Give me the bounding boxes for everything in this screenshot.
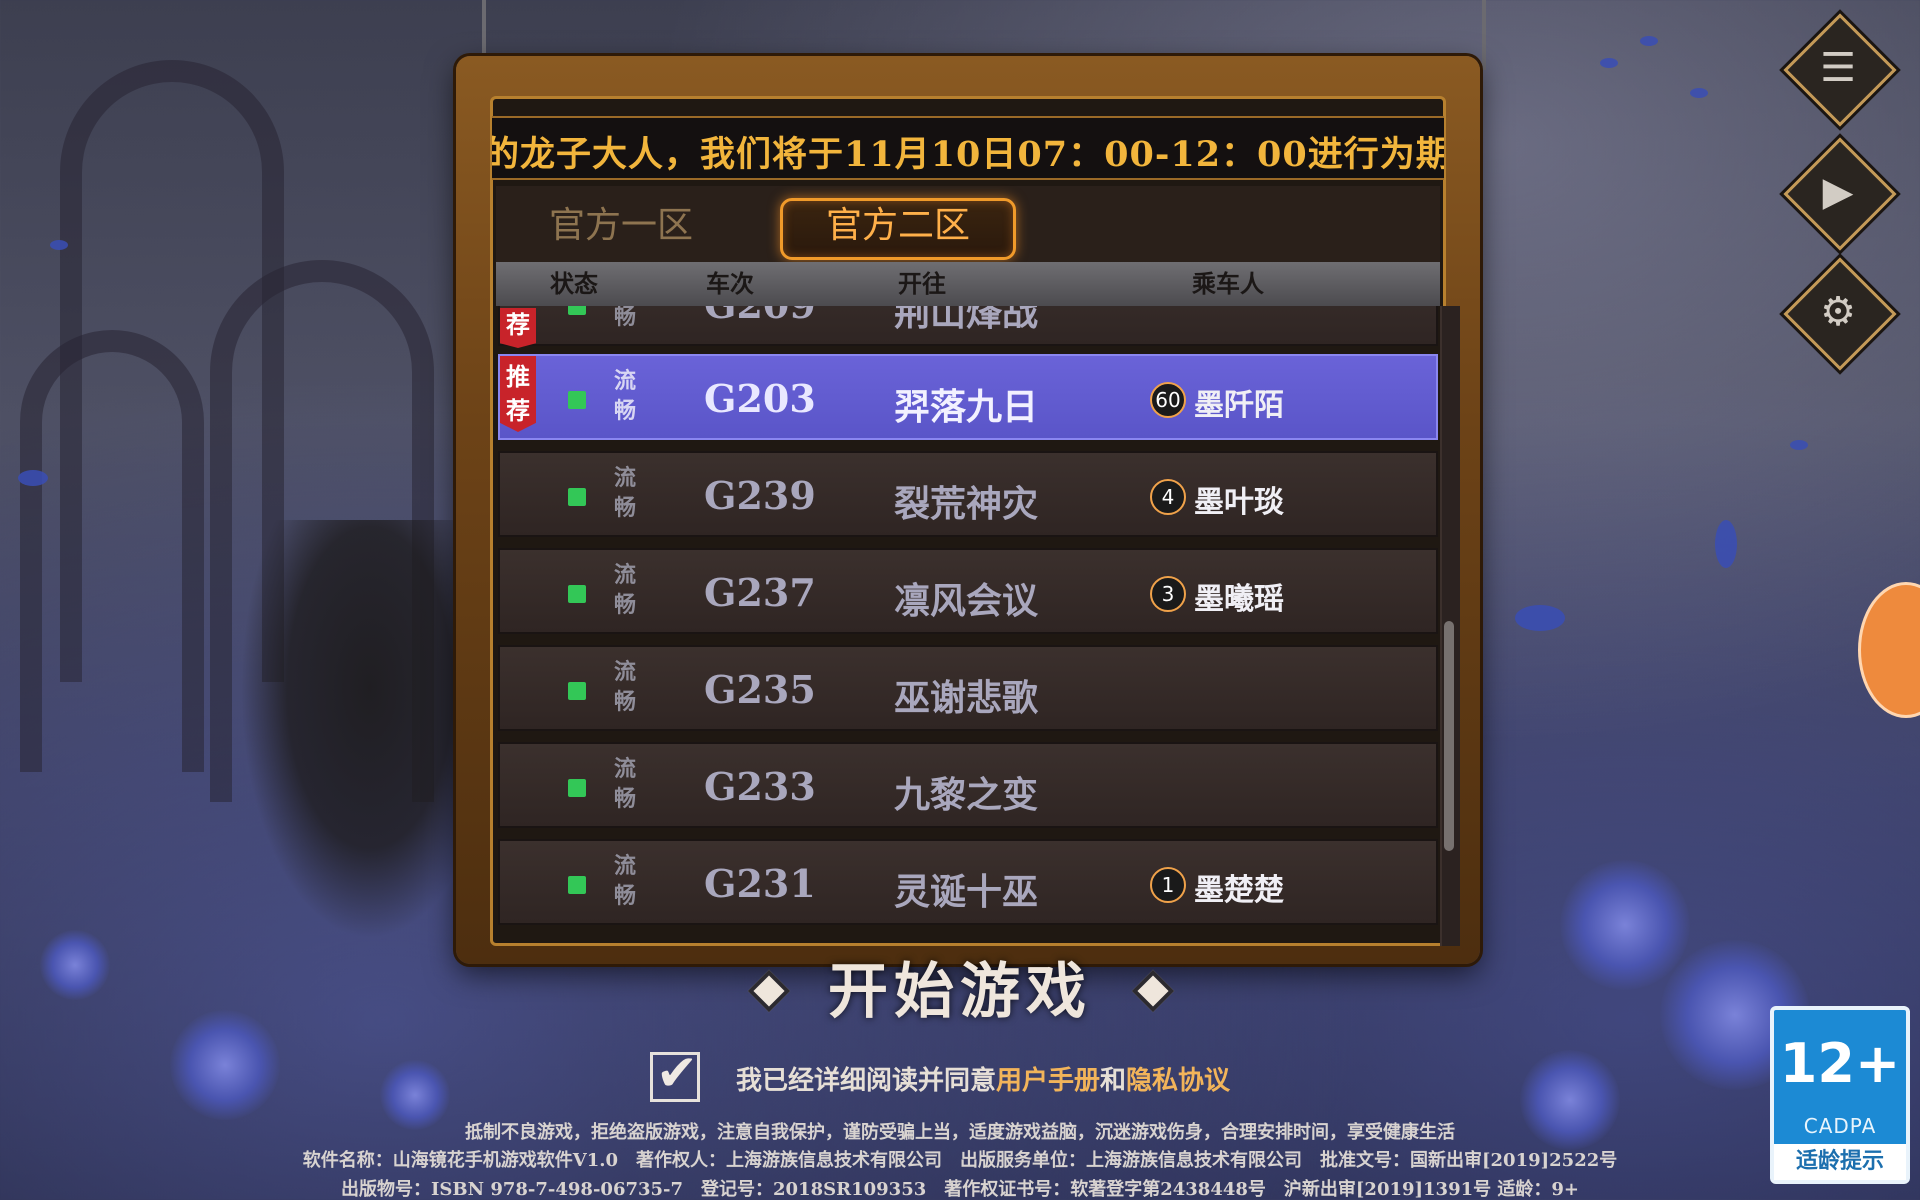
- start-game-button[interactable]: 开始游戏: [760, 952, 1160, 1032]
- status-indicator: [568, 306, 586, 315]
- background-arch: [20, 330, 204, 772]
- background-petal: [1600, 58, 1618, 68]
- destination: 裂荒神灾: [894, 483, 1039, 525]
- status-text: 流畅: [614, 306, 637, 330]
- status-text: 流畅: [614, 562, 637, 618]
- status-text: 流畅: [614, 659, 637, 715]
- recommend-ribbon: 荐: [500, 308, 536, 348]
- list-scrollbar-thumb[interactable]: [1444, 621, 1454, 851]
- publication-info: 出版物号：ISBN 978-7-498-06735-7 登记号：2018SR10…: [340, 1179, 1580, 1200]
- background-petal: [1790, 440, 1808, 450]
- background-petal: [1515, 605, 1565, 631]
- background-flower: [40, 930, 110, 1000]
- server-row[interactable]: 流畅 G235 巫谢悲歌: [498, 645, 1438, 731]
- train-number: G239: [704, 473, 816, 518]
- header-train: 车次: [706, 269, 754, 298]
- background-flower: [170, 1010, 280, 1120]
- tab-official-zone-1[interactable]: 官方一区: [536, 198, 706, 254]
- recommend-ribbon: 推荐: [500, 356, 536, 432]
- passenger-name: 墨楚楚: [1194, 873, 1284, 908]
- header-destination: 开往: [898, 269, 946, 298]
- passenger-name: 墨曦瑶: [1194, 582, 1284, 617]
- age-rating-badge: 12+ CADPA 适龄提示: [1770, 1006, 1910, 1184]
- destination: 凛风会议: [894, 580, 1039, 622]
- passenger-name: 墨阡陌: [1194, 388, 1284, 423]
- background-petal: [1640, 36, 1658, 46]
- level-badge: 60: [1150, 382, 1186, 418]
- status-indicator: [568, 682, 586, 700]
- notice-button[interactable]: [1783, 13, 1897, 127]
- age-rating-tip: 适龄提示: [1774, 1144, 1906, 1180]
- train-number: G235: [704, 667, 816, 712]
- privacy-policy-link[interactable]: 隐私协议: [1126, 1066, 1230, 1096]
- background-petal: [50, 240, 68, 250]
- server-list: 荐 流畅 G209 荆山烽战 推荐 流畅 G203 羿落九日 60 墨阡陌 流畅…: [496, 306, 1440, 946]
- background-flower: [1560, 860, 1690, 990]
- server-row[interactable]: 流畅 G239 裂荒神灾 4 墨叶琰: [498, 451, 1438, 537]
- level-badge: 1: [1150, 867, 1186, 903]
- destination: 灵诞十巫: [894, 871, 1039, 913]
- status-indicator: [568, 876, 586, 894]
- server-row[interactable]: 流畅 G233 九黎之变: [498, 742, 1438, 828]
- announcement-text: 的龙子大人，我们将于11月10日07：00-12：00进行为期5小时的: [492, 134, 1444, 175]
- server-row[interactable]: 流畅 G231 灵诞十巫 1 墨楚楚: [498, 839, 1438, 925]
- status-text: 流畅: [614, 756, 637, 812]
- video-button[interactable]: [1783, 137, 1897, 251]
- software-info: 软件名称：山海镜花手机游戏软件V1.0 著作权人：上海游族信息技术有限公司 出版…: [302, 1150, 1618, 1171]
- age-rating-org: CADPA: [1803, 1114, 1877, 1138]
- board-chain: [1482, 0, 1486, 70]
- train-number: G203: [704, 376, 816, 421]
- age-rating-value: 12+: [1779, 1032, 1901, 1095]
- level-badge: 3: [1150, 576, 1186, 612]
- tab-official-zone-2[interactable]: 官方二区: [780, 198, 1016, 260]
- health-notice: 抵制不良游戏，拒绝盗版游戏，注意自我保护，谨防受骗上当，适度游戏益脑，沉迷游戏伤…: [465, 1122, 1455, 1143]
- agreement-conjunction: 和: [1100, 1066, 1127, 1096]
- announcement-marquee: 的龙子大人，我们将于11月10日07：00-12：00进行为期5小时的: [492, 116, 1444, 180]
- background-petal: [18, 470, 48, 486]
- destination: 荆山烽战: [894, 306, 1039, 334]
- status-text: 流畅: [614, 368, 637, 424]
- train-number: G237: [704, 570, 816, 615]
- destination: 九黎之变: [894, 774, 1039, 816]
- status-indicator: [568, 488, 586, 506]
- background-petal: [1690, 88, 1708, 98]
- status-indicator: [568, 585, 586, 603]
- status-indicator: [568, 779, 586, 797]
- server-row[interactable]: 荐 流畅 G209 荆山烽战: [498, 306, 1438, 348]
- agreement-prefix: 我已经详细阅读并同意: [736, 1066, 997, 1096]
- server-row[interactable]: 流畅 G237 凛风会议 3 墨曦瑶: [498, 548, 1438, 634]
- header-passenger: 乘车人: [1192, 269, 1264, 298]
- server-tabs: 官方一区 官方二区: [496, 186, 1440, 266]
- status-indicator: [568, 391, 586, 409]
- settings-button[interactable]: [1783, 257, 1897, 371]
- background-petal: [1715, 520, 1737, 568]
- server-row[interactable]: 推荐 流畅 G203 羿落九日 60 墨阡陌: [498, 354, 1438, 440]
- passenger-name: 墨叶琰: [1194, 485, 1284, 520]
- server-board: 的龙子大人，我们将于11月10日07：00-12：00进行为期5小时的 官方一区…: [456, 56, 1480, 964]
- destination: 羿落九日: [894, 386, 1039, 428]
- header-status: 状态: [550, 269, 598, 298]
- floating-assistant-button[interactable]: [1858, 582, 1920, 718]
- checkmark-icon: ✔: [656, 1044, 698, 1102]
- agreement-text: 我已经详细阅读并同意用户手册和隐私协议: [736, 1060, 1230, 1097]
- train-number: G231: [704, 861, 816, 906]
- train-number: G233: [704, 764, 816, 809]
- level-badge: 4: [1150, 479, 1186, 515]
- train-number: G209: [704, 306, 816, 327]
- status-text: 流畅: [614, 853, 637, 909]
- table-header: 状态 车次 开往 乘车人: [496, 262, 1440, 306]
- destination: 巫谢悲歌: [894, 677, 1039, 719]
- user-manual-link[interactable]: 用户手册: [996, 1066, 1100, 1096]
- status-text: 流畅: [614, 465, 637, 521]
